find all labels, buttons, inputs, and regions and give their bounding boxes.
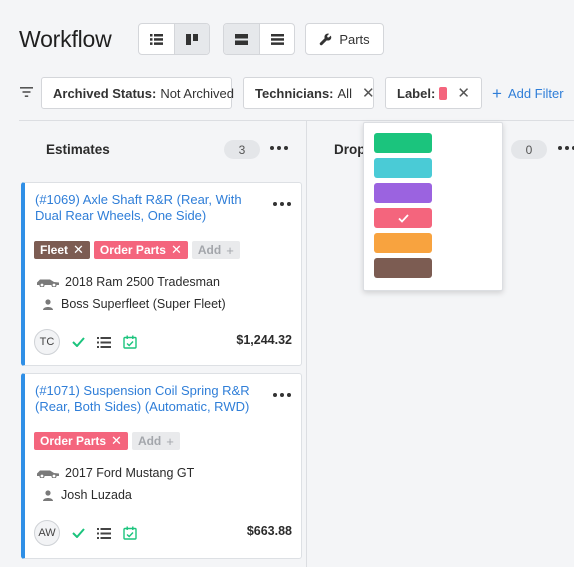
list-icon[interactable]	[97, 336, 111, 348]
label-filter[interactable]: Label: ✕	[385, 77, 482, 109]
remove-technicians-filter-icon[interactable]: ✕	[362, 86, 375, 101]
density-toggle-group	[223, 23, 295, 55]
tag-fleet[interactable]: Fleet ✕	[34, 241, 90, 259]
add-filter-label: Add Filter	[507, 86, 564, 101]
plus-icon: +	[226, 242, 234, 258]
work-order-title[interactable]: (#1071) Suspension Coil Spring R&R (Rear…	[35, 383, 255, 415]
person-icon	[43, 489, 53, 501]
avatar[interactable]: TC	[34, 329, 60, 355]
page-title: Workflow	[19, 26, 112, 52]
label-option-brown[interactable]	[374, 258, 432, 278]
workflow-page: { "header": { "title": "Workflow", "part…	[0, 0, 574, 567]
card-tags: Fleet ✕ Order Parts ✕ Add +	[34, 241, 240, 259]
card-menu-icon[interactable]	[273, 202, 291, 206]
work-order-card[interactable]: (#1071) Suspension Coil Spring R&R (Rear…	[21, 373, 302, 559]
technicians-key: Technicians:	[255, 85, 334, 101]
remove-label-filter-icon[interactable]: ✕	[457, 86, 470, 101]
person-icon	[43, 298, 53, 310]
calendar-check-icon[interactable]	[123, 526, 137, 540]
list-view-button[interactable]	[139, 24, 174, 54]
list-icon[interactable]	[97, 527, 111, 539]
column-count-estimates: 3	[224, 140, 260, 159]
tag-label: Order Parts	[99, 243, 166, 257]
avatar[interactable]: AW	[34, 520, 60, 546]
vehicle-row: 2017 Ford Mustang GT	[35, 466, 194, 480]
label-option-green[interactable]	[374, 133, 432, 153]
label-option-teal[interactable]	[374, 158, 432, 178]
remove-tag-icon[interactable]: ✕	[171, 242, 182, 258]
technicians-filter[interactable]: Technicians: All ✕	[243, 77, 375, 109]
column-menu-drop-icon[interactable]	[558, 146, 574, 150]
add-filter-button[interactable]: + Add Filter	[492, 85, 564, 102]
work-order-title[interactable]: (#1069) Axle Shaft R&R (Rear, With Dual …	[35, 192, 255, 224]
card-footer: AW	[34, 520, 137, 546]
label-option-orange[interactable]	[374, 233, 432, 253]
card-footer: TC	[34, 329, 137, 355]
column-title-estimates: Estimates	[46, 142, 110, 157]
label-color-swatch	[439, 86, 448, 100]
customer-name: Boss Superfleet (Super Fleet)	[61, 297, 226, 311]
card-tags: Order Parts ✕ Add +	[34, 432, 180, 450]
car-icon	[37, 279, 59, 287]
list-view-icon	[150, 33, 163, 45]
checkmark-icon[interactable]	[72, 528, 85, 538]
compact-density-button[interactable]	[259, 24, 294, 54]
parts-button[interactable]: Parts	[305, 23, 384, 55]
work-order-card[interactable]: (#1069) Axle Shaft R&R (Rear, With Dual …	[21, 182, 302, 366]
add-tag-label: Add	[197, 243, 222, 257]
estimate-total: $1,244.32	[236, 333, 292, 347]
add-tag-button[interactable]: Add +	[191, 241, 240, 259]
vehicle-name: 2017 Ford Mustang GT	[65, 466, 195, 480]
remove-tag-icon[interactable]: ✕	[111, 433, 122, 449]
tag-label: Order Parts	[40, 434, 107, 448]
add-tag-button[interactable]: Add +	[131, 432, 180, 450]
car-icon	[37, 470, 59, 478]
card-menu-icon[interactable]	[273, 393, 291, 397]
label-option-pink[interactable]	[374, 208, 432, 228]
customer-name: Josh Luzada	[61, 488, 132, 502]
board-view-button[interactable]	[174, 24, 209, 54]
plus-icon: +	[492, 84, 502, 103]
label-color-dropdown	[363, 122, 503, 291]
column-title-drop: Drop	[334, 142, 366, 157]
column-divider	[306, 120, 307, 567]
label-key: Label:	[397, 85, 436, 101]
expanded-density-button[interactable]	[224, 24, 259, 54]
wrench-icon	[320, 33, 332, 45]
remove-tag-icon[interactable]: ✕	[73, 242, 84, 258]
checkmark-icon[interactable]	[72, 337, 85, 347]
calendar-check-icon[interactable]	[123, 335, 137, 349]
board-view-icon	[186, 33, 198, 45]
estimate-total: $663.88	[246, 524, 292, 538]
column-menu-estimates-icon[interactable]	[270, 146, 288, 150]
archived-status-value: Not Archived	[160, 85, 235, 101]
customer-row: Josh Luzada	[35, 488, 132, 502]
technicians-value: All	[337, 85, 352, 101]
tag-order-parts[interactable]: Order Parts ✕	[34, 432, 128, 450]
tag-order-parts[interactable]: Order Parts ✕	[93, 241, 188, 259]
view-toggle-group	[138, 23, 210, 55]
vehicle-name: 2018 Ram 2500 Tradesman	[65, 275, 220, 289]
expanded-rows-icon	[235, 33, 248, 45]
add-tag-label: Add	[137, 434, 162, 448]
parts-button-label: Parts	[339, 31, 370, 47]
customer-row: Boss Superfleet (Super Fleet)	[35, 297, 226, 311]
column-count-drop: 0	[511, 140, 547, 159]
label-option-purple[interactable]	[374, 183, 432, 203]
filter-icon[interactable]	[20, 87, 33, 97]
vehicle-row: 2018 Ram 2500 Tradesman	[35, 275, 220, 289]
plus-icon: +	[166, 433, 174, 449]
selected-check-icon	[397, 213, 409, 223]
tag-label: Fleet	[40, 243, 69, 257]
column-header-divider	[19, 120, 574, 121]
compact-rows-icon	[270, 33, 284, 45]
archived-status-filter[interactable]: Archived Status: Not Archived	[41, 77, 235, 109]
archived-status-key: Archived Status:	[53, 85, 157, 101]
